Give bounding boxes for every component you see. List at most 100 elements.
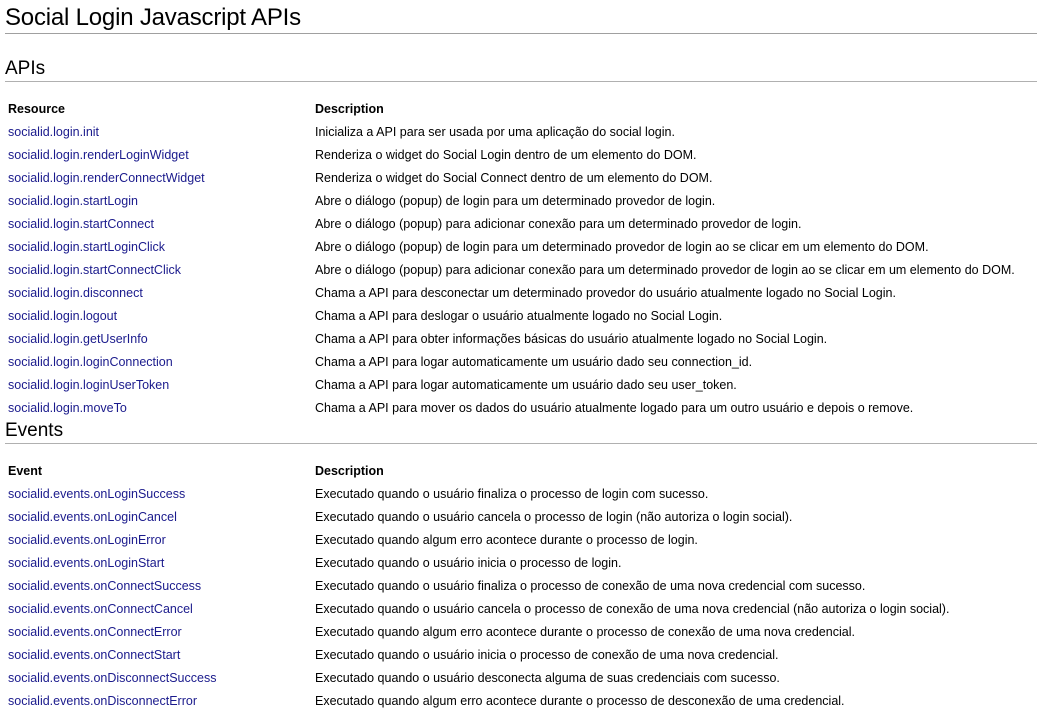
table-row: socialid.login.loginUserToken Chama a API… (5, 373, 1037, 396)
name-cell: socialid.login.init (5, 120, 312, 143)
description-cell: Chama a API para desconectar um determin… (315, 285, 896, 300)
description-cell: Abre o diálogo (popup) de login para um … (315, 239, 929, 254)
name-cell: socialid.login.startLogin (5, 189, 312, 212)
name-cell: socialid.events.onConnectError (5, 620, 312, 643)
name-cell: socialid.events.onConnectStart (5, 643, 312, 666)
table-row: socialid.login.startConnect Abre o diálog… (5, 212, 1037, 235)
event-link[interactable]: socialid.events.onLoginError (8, 533, 166, 547)
name-cell: socialid.events.onLoginStart (5, 551, 312, 574)
api-resource-link[interactable]: socialid.login.loginUserToken (8, 378, 169, 392)
description-cell: Executado quando o usuário cancela o pro… (315, 601, 950, 616)
description-cell: Renderiza o widget do Social Connect den… (315, 170, 713, 185)
event-link[interactable]: socialid.events.onConnectCancel (8, 602, 193, 616)
description-column-header: Description (315, 463, 384, 478)
events-heading: Events (5, 419, 1037, 444)
apis-table-body: socialid.login.init Inicializa a API para… (5, 120, 1037, 419)
event-link[interactable]: socialid.events.onConnectError (8, 625, 182, 639)
description-cell: Inicializa a API para ser usada por uma … (315, 124, 675, 139)
table-row: socialid.login.startConnectClick Abre o d… (5, 258, 1037, 281)
events-header-row: Event Description (5, 459, 1037, 482)
table-row: socialid.events.onLoginCancel Executado q… (5, 505, 1037, 528)
description-cell: Abre o diálogo (popup) para adicionar co… (315, 216, 802, 231)
api-resource-link[interactable]: socialid.login.renderConnectWidget (8, 171, 205, 185)
description-cell: Executado quando o usuário finaliza o pr… (315, 578, 866, 593)
description-cell: Abre o diálogo (popup) para adicionar co… (315, 262, 1015, 277)
event-link[interactable]: socialid.events.onLoginStart (8, 556, 164, 570)
api-resource-link[interactable]: socialid.login.init (8, 125, 99, 139)
table-row: socialid.login.logout Chama a API para de… (5, 304, 1037, 327)
name-cell: socialid.events.onDisconnectError (5, 689, 312, 712)
name-cell: socialid.login.renderLoginWidget (5, 143, 312, 166)
api-resource-link[interactable]: socialid.login.logout (8, 309, 117, 323)
table-row: socialid.login.disconnect Chama a API par… (5, 281, 1037, 304)
api-resource-link[interactable]: socialid.login.moveTo (8, 401, 127, 415)
apis-heading: APIs (5, 57, 1037, 82)
apis-table: Resource Description socialid.login.init… (5, 97, 1037, 419)
name-cell: socialid.login.getUserInfo (5, 327, 312, 350)
description-cell: Executado quando algum erro acontece dur… (315, 532, 698, 547)
table-row: socialid.login.startLogin Abre o diálogo … (5, 189, 1037, 212)
description-cell: Executado quando o usuário inicia o proc… (315, 647, 779, 662)
page: Social Login Javascript APIs APIs Resour… (0, 0, 1042, 712)
table-row: socialid.login.renderConnectWidget Render… (5, 166, 1037, 189)
api-resource-link[interactable]: socialid.login.startConnect (8, 217, 154, 231)
apis-header-row: Resource Description (5, 97, 1037, 120)
event-link[interactable]: socialid.events.onConnectSuccess (8, 579, 201, 593)
name-cell: socialid.login.startConnect (5, 212, 312, 235)
table-row: socialid.login.init Inicializa a API para… (5, 120, 1037, 143)
description-cell: Chama a API para deslogar o usuário atua… (315, 308, 723, 323)
api-resource-link[interactable]: socialid.login.renderLoginWidget (8, 148, 189, 162)
resource-column-header: Resource (8, 101, 65, 116)
table-row: socialid.events.onConnectError Executado … (5, 620, 1037, 643)
table-row: socialid.events.onDisconnectSuccess Execu… (5, 666, 1037, 689)
table-row: socialid.events.onConnectStart Executado … (5, 643, 1037, 666)
event-link[interactable]: socialid.events.onConnectStart (8, 648, 180, 662)
event-link[interactable]: socialid.events.onLoginSuccess (8, 487, 185, 501)
events-table-body: socialid.events.onLoginSuccess Executado … (5, 482, 1037, 712)
api-resource-link[interactable]: socialid.login.startLogin (8, 194, 138, 208)
event-column-header: Event (8, 463, 43, 478)
events-table: Event Description socialid.events.onLogi… (5, 459, 1037, 712)
name-cell: socialid.events.onLoginSuccess (5, 482, 312, 505)
description-cell: Chama a API para mover os dados do usuár… (315, 400, 914, 415)
description-column-header: Description (315, 101, 384, 116)
name-cell: socialid.events.onLoginError (5, 528, 312, 551)
name-cell: socialid.events.onDisconnectSuccess (5, 666, 312, 689)
table-row: socialid.events.onConnectCancel Executado… (5, 597, 1037, 620)
description-cell: Executado quando algum erro acontece dur… (315, 693, 845, 708)
description-cell: Chama a API para logar automaticamente u… (315, 354, 753, 369)
table-row: socialid.login.moveTo Chama a API para mo… (5, 396, 1037, 419)
description-cell: Executado quando o usuário finaliza o pr… (315, 486, 709, 501)
table-row: socialid.events.onConnectSuccess Executad… (5, 574, 1037, 597)
name-cell: socialid.login.loginUserToken (5, 373, 312, 396)
api-resource-link[interactable]: socialid.login.getUserInfo (8, 332, 148, 346)
name-cell: socialid.login.renderConnectWidget (5, 166, 312, 189)
table-row: socialid.events.onLoginError Executado qu… (5, 528, 1037, 551)
table-row: socialid.events.onLoginStart Executado qu… (5, 551, 1037, 574)
api-resource-link[interactable]: socialid.login.disconnect (8, 286, 143, 300)
table-row: socialid.login.startLoginClick Abre o diá… (5, 235, 1037, 258)
table-row: socialid.login.loginConnection Chama a AP… (5, 350, 1037, 373)
api-resource-link[interactable]: socialid.login.startConnectClick (8, 263, 181, 277)
description-cell: Chama a API para obter informações básic… (315, 331, 828, 346)
name-cell: socialid.events.onConnectCancel (5, 597, 312, 620)
description-cell: Executado quando o usuário inicia o proc… (315, 555, 622, 570)
api-resource-link[interactable]: socialid.login.loginConnection (8, 355, 173, 369)
name-cell: socialid.login.logout (5, 304, 312, 327)
table-row: socialid.events.onLoginSuccess Executado … (5, 482, 1037, 505)
event-link[interactable]: socialid.events.onLoginCancel (8, 510, 177, 524)
event-link[interactable]: socialid.events.onDisconnectError (8, 694, 197, 708)
name-cell: socialid.events.onConnectSuccess (5, 574, 312, 597)
table-row: socialid.login.getUserInfo Chama a API pa… (5, 327, 1037, 350)
table-row: socialid.events.onDisconnectError Executa… (5, 689, 1037, 712)
name-cell: socialid.login.startLoginClick (5, 235, 312, 258)
name-cell: socialid.login.moveTo (5, 396, 312, 419)
description-cell: Executado quando algum erro acontece dur… (315, 624, 855, 639)
description-cell: Chama a API para logar automaticamente u… (315, 377, 737, 392)
description-cell: Executado quando o usuário cancela o pro… (315, 509, 793, 524)
page-title: Social Login Javascript APIs (5, 0, 1037, 34)
api-resource-link[interactable]: socialid.login.startLoginClick (8, 240, 165, 254)
table-row: socialid.login.renderLoginWidget Renderiz… (5, 143, 1037, 166)
name-cell: socialid.login.loginConnection (5, 350, 312, 373)
event-link[interactable]: socialid.events.onDisconnectSuccess (8, 671, 216, 685)
